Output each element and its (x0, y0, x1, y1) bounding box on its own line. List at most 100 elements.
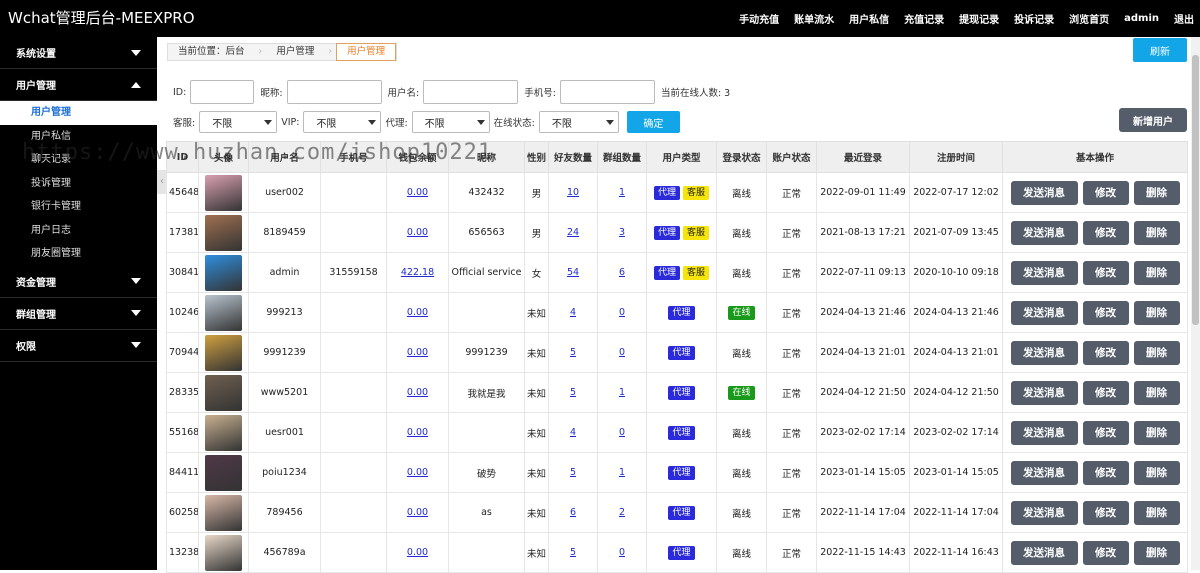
balance-link[interactable]: 0.00 (407, 507, 428, 518)
username-input[interactable] (423, 80, 519, 104)
send-message-button[interactable]: 发送消息 (1010, 340, 1078, 365)
groups-link[interactable]: 0 (619, 547, 625, 558)
sidebar-item-user-management[interactable]: 用户管理 (0, 101, 157, 125)
avatar[interactable] (205, 494, 242, 531)
phone-input[interactable] (559, 80, 655, 104)
groups-link[interactable]: 6 (619, 267, 625, 278)
balance-link[interactable]: 0.00 (407, 387, 428, 398)
groups-link[interactable]: 2 (619, 507, 625, 518)
edit-button[interactable]: 修改 (1082, 380, 1129, 405)
friends-link[interactable]: 6 (570, 507, 576, 518)
friends-link[interactable]: 5 (570, 467, 576, 478)
delete-button[interactable]: 删除 (1133, 460, 1180, 485)
send-message-button[interactable]: 发送消息 (1010, 260, 1078, 285)
nav-complaint-records[interactable]: 投诉记录 (1014, 11, 1054, 26)
avatar[interactable] (205, 214, 242, 251)
avatar[interactable] (205, 374, 242, 411)
edit-button[interactable]: 修改 (1082, 540, 1129, 565)
balance-link[interactable]: 0.00 (407, 187, 428, 198)
edit-button[interactable]: 修改 (1082, 340, 1129, 365)
balance-link[interactable]: 0.00 (407, 347, 428, 358)
online-status-select[interactable]: 不限 (538, 111, 619, 133)
edit-button[interactable]: 修改 (1082, 260, 1129, 285)
add-user-button[interactable]: 新增用户 (1119, 108, 1187, 132)
edit-button[interactable]: 修改 (1082, 500, 1129, 525)
breadcrumb-root[interactable]: 当前位置：后台 (168, 43, 255, 61)
sidebar-group-system[interactable]: 系统设置 (0, 37, 157, 69)
sidebar-group-groups[interactable]: 群组管理 (0, 298, 157, 330)
send-message-button[interactable]: 发送消息 (1010, 500, 1078, 525)
send-message-button[interactable]: 发送消息 (1010, 380, 1078, 405)
delete-button[interactable]: 删除 (1133, 340, 1180, 365)
nav-withdraw-records[interactable]: 提现记录 (959, 11, 999, 26)
delete-button[interactable]: 删除 (1133, 380, 1180, 405)
friends-link[interactable]: 4 (570, 427, 576, 438)
sidebar-item-user-logs[interactable]: 用户日志 (0, 219, 157, 243)
balance-link[interactable]: 0.00 (407, 307, 428, 318)
delete-button[interactable]: 删除 (1133, 220, 1180, 245)
cs-select[interactable]: 不限 (199, 111, 278, 133)
groups-link[interactable]: 0 (619, 347, 625, 358)
delete-button[interactable]: 删除 (1133, 260, 1180, 285)
sidebar-group-users[interactable]: 用户管理 (0, 69, 157, 101)
send-message-button[interactable]: 发送消息 (1010, 180, 1078, 205)
avatar[interactable] (205, 414, 242, 451)
edit-button[interactable]: 修改 (1082, 220, 1129, 245)
avatar[interactable] (205, 294, 242, 331)
balance-link[interactable]: 0.00 (407, 427, 428, 438)
friends-link[interactable]: 4 (570, 307, 576, 318)
edit-button[interactable]: 修改 (1082, 420, 1129, 445)
send-message-button[interactable]: 发送消息 (1010, 300, 1078, 325)
groups-link[interactable]: 3 (619, 227, 625, 238)
nav-user-messages[interactable]: 用户私信 (849, 11, 889, 26)
delete-button[interactable]: 删除 (1133, 300, 1180, 325)
nav-manual-recharge[interactable]: 手动充值 (739, 11, 779, 26)
groups-link[interactable]: 1 (619, 187, 625, 198)
avatar[interactable] (205, 254, 242, 291)
delete-button[interactable]: 删除 (1133, 420, 1180, 445)
delete-button[interactable]: 删除 (1133, 500, 1180, 525)
edit-button[interactable]: 修改 (1082, 460, 1129, 485)
avatar[interactable] (205, 534, 242, 571)
friends-link[interactable]: 5 (570, 387, 576, 398)
nav-browse-home[interactable]: 浏览首页 (1069, 11, 1109, 26)
vip-select[interactable]: 不限 (303, 111, 382, 133)
send-message-button[interactable]: 发送消息 (1010, 460, 1078, 485)
id-input[interactable] (190, 80, 255, 104)
friends-link[interactable]: 5 (570, 347, 576, 358)
balance-link[interactable]: 0.00 (407, 227, 428, 238)
balance-link[interactable]: 422.18 (401, 267, 434, 278)
balance-link[interactable]: 0.00 (407, 467, 428, 478)
friends-link[interactable]: 54 (567, 267, 579, 278)
sidebar-item-complaints[interactable]: 投诉管理 (0, 172, 157, 196)
sidebar-item-user-messages[interactable]: 用户私信 (0, 125, 157, 149)
nav-recharge-records[interactable]: 充值记录 (904, 11, 944, 26)
refresh-button[interactable]: 刷新 (1133, 38, 1187, 62)
delete-button[interactable]: 删除 (1133, 180, 1180, 205)
delete-button[interactable]: 删除 (1133, 540, 1180, 565)
groups-link[interactable]: 1 (619, 467, 625, 478)
nickname-input[interactable] (286, 80, 382, 104)
avatar[interactable] (205, 174, 242, 211)
friends-link[interactable]: 5 (570, 547, 576, 558)
confirm-button[interactable]: 确定 (626, 111, 680, 133)
send-message-button[interactable]: 发送消息 (1010, 420, 1078, 445)
scrollbar[interactable] (1191, 37, 1200, 570)
nav-bill-flow[interactable]: 账单流水 (794, 11, 834, 26)
nav-admin-user[interactable]: admin (1124, 13, 1159, 24)
send-message-button[interactable]: 发送消息 (1010, 220, 1078, 245)
edit-button[interactable]: 修改 (1082, 180, 1129, 205)
avatar[interactable] (205, 334, 242, 371)
avatar[interactable] (205, 454, 242, 491)
sidebar-item-bank-cards[interactable]: 银行卡管理 (0, 195, 157, 219)
edit-button[interactable]: 修改 (1082, 300, 1129, 325)
sidebar-item-moments[interactable]: 朋友圈管理 (0, 242, 157, 266)
friends-link[interactable]: 24 (567, 227, 579, 238)
breadcrumb-level1[interactable]: 用户管理 (266, 43, 324, 61)
agent-select[interactable]: 不限 (411, 111, 490, 133)
sidebar-item-chat-records[interactable]: 聊天记录 (0, 148, 157, 172)
nav-logout[interactable]: 退出 (1174, 11, 1194, 26)
groups-link[interactable]: 0 (619, 307, 625, 318)
sidebar-group-permissions[interactable]: 权限 (0, 330, 157, 362)
groups-link[interactable]: 0 (619, 427, 625, 438)
